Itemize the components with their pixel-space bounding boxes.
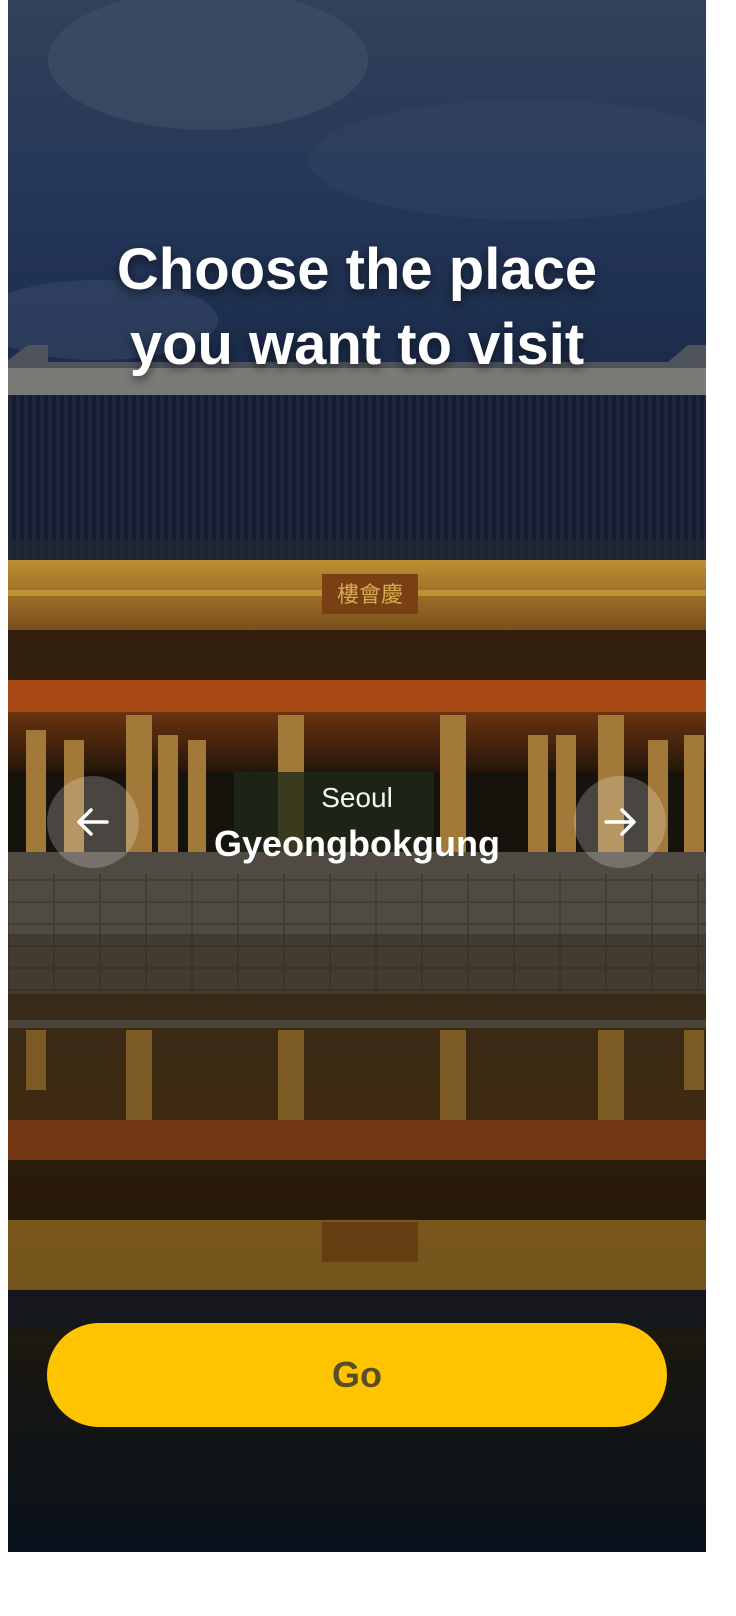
go-button[interactable]: Go xyxy=(47,1323,667,1427)
arrow-right-icon xyxy=(604,808,636,836)
title-line-1: Choose the place xyxy=(116,237,598,302)
place-picker-screen: 樓會慶 Choose the place you want to visit S… xyxy=(8,0,706,1552)
page-title: Choose the place you want to visit xyxy=(8,232,706,382)
next-place-button[interactable] xyxy=(574,776,666,868)
title-line-2: you want to visit xyxy=(129,312,585,377)
